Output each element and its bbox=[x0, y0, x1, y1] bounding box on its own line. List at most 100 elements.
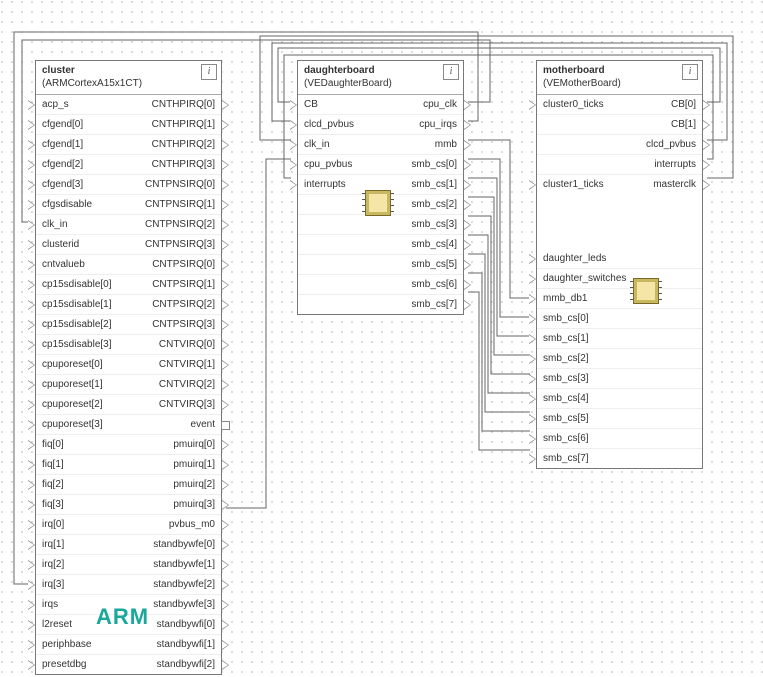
port-label-left: fiq[1] bbox=[42, 455, 64, 474]
port-triangle-icon bbox=[464, 140, 471, 150]
port-triangle-icon bbox=[222, 380, 229, 390]
port-label-left: smb_cs[4] bbox=[543, 389, 589, 408]
port-label-left: smb_cs[1] bbox=[543, 329, 589, 348]
port-triangle-icon bbox=[464, 260, 471, 270]
port-label-right: CNTVIRQ[0] bbox=[159, 335, 215, 354]
port-triangle-icon bbox=[28, 200, 35, 210]
port-label-left: cp15sdisable[3] bbox=[42, 335, 112, 354]
port-triangle-icon bbox=[28, 660, 35, 670]
port-label-right: CNTPSIRQ[1] bbox=[152, 275, 215, 294]
port-label-left: clk_in bbox=[304, 135, 330, 154]
block-subtitle: ARMCortexA15x1CT bbox=[42, 77, 215, 90]
port-label-left: irq[2] bbox=[42, 555, 64, 574]
port-triangle-icon bbox=[28, 280, 35, 290]
block-cluster[interactable]: cluster ARMCortexA15x1CT i acp_sCNTHPIRQ… bbox=[35, 60, 222, 675]
port-triangle-icon bbox=[28, 240, 35, 250]
info-icon[interactable]: i bbox=[201, 64, 217, 80]
port-label-right: pmuirq[2] bbox=[173, 475, 215, 494]
port-triangle-icon bbox=[222, 580, 229, 590]
block-header: daughterboard VEDaughterBoard i bbox=[298, 61, 463, 95]
port-label-right: CNTHPIRQ[3] bbox=[152, 155, 215, 174]
port-label-left: irq[1] bbox=[42, 535, 64, 554]
port-triangle-icon bbox=[222, 240, 229, 250]
port-label-right: CNTVIRQ[3] bbox=[159, 395, 215, 414]
port-label-left: mmb_db1 bbox=[543, 289, 587, 308]
port-triangle-icon bbox=[529, 374, 536, 384]
block-header: cluster ARMCortexA15x1CT i bbox=[36, 61, 221, 95]
port-triangle-icon bbox=[222, 480, 229, 490]
port-triangle-icon bbox=[464, 100, 471, 110]
port-row: smb_cs[2] bbox=[537, 348, 702, 368]
port-triangle-icon bbox=[464, 280, 471, 290]
port-label-left: smb_cs[3] bbox=[543, 369, 589, 388]
port-triangle-icon bbox=[28, 440, 35, 450]
port-row: clk_inCNTPNSIRQ[2] bbox=[36, 214, 221, 234]
port-label-right: standbywfe[3] bbox=[153, 595, 215, 614]
ports: cluster0_ticksCB[0]CB[1]clcd_pvbusinterr… bbox=[537, 95, 702, 194]
port-label-left: cluster0_ticks bbox=[543, 95, 604, 114]
ports: acp_sCNTHPIRQ[0]cfgend[0]CNTHPIRQ[1]cfge… bbox=[36, 95, 221, 674]
port-label-left: cfgsdisable bbox=[42, 195, 92, 214]
info-icon[interactable]: i bbox=[443, 64, 459, 80]
port-label-right: smb_cs[3] bbox=[411, 215, 457, 234]
port-label-right: CNTPSIRQ[2] bbox=[152, 295, 215, 314]
port-triangle-icon bbox=[28, 480, 35, 490]
port-triangle-icon bbox=[529, 100, 536, 110]
port-triangle-icon bbox=[28, 520, 35, 530]
block-daughterboard[interactable]: daughterboard VEDaughterBoard i CB cpu_cl… bbox=[297, 60, 464, 315]
port-triangle-icon bbox=[464, 200, 471, 210]
port-label-right: standbywfi[0] bbox=[157, 615, 215, 634]
port-triangle-icon bbox=[222, 140, 229, 150]
port-row: cp15sdisable[0]CNTPSIRQ[1] bbox=[36, 274, 221, 294]
port-label-right: CNTVIRQ[1] bbox=[159, 355, 215, 374]
port-triangle-icon bbox=[28, 580, 35, 590]
port-triangle-icon bbox=[222, 320, 229, 330]
port-triangle-icon bbox=[222, 100, 229, 110]
block-title: cluster bbox=[42, 64, 215, 77]
port-label-right: cpu_irqs bbox=[419, 115, 457, 134]
port-triangle-icon bbox=[28, 560, 35, 570]
port-triangle-icon bbox=[703, 100, 710, 110]
port-label-right: CNTPSIRQ[3] bbox=[152, 315, 215, 334]
port-triangle-icon bbox=[28, 340, 35, 350]
port-row: cp15sdisable[3] CNTVIRQ[0] bbox=[36, 334, 221, 354]
port-triangle-icon bbox=[222, 600, 229, 610]
port-label-left: CB bbox=[304, 95, 318, 114]
port-label-right: masterclk bbox=[653, 175, 696, 194]
port-label-left: cpuporeset[0] bbox=[42, 355, 103, 374]
port-triangle-icon bbox=[464, 300, 471, 310]
port-row: cfgend[3]CNTPNSIRQ[0] bbox=[36, 174, 221, 194]
port-row: irqsstandbywfe[3] bbox=[36, 594, 221, 614]
port-triangle-icon bbox=[222, 620, 229, 630]
port-triangle-icon bbox=[28, 100, 35, 110]
port-label-left: cfgend[3] bbox=[42, 175, 83, 194]
port-label-left: cpuporeset[2] bbox=[42, 395, 103, 414]
port-label-right: CNTVIRQ[2] bbox=[159, 375, 215, 394]
block-motherboard[interactable]: motherboard VEMotherBoard i cluster0_tic… bbox=[536, 60, 703, 469]
port-label-right: standbywfi[2] bbox=[157, 655, 215, 674]
port-triangle-icon bbox=[529, 354, 536, 364]
port-row: smb_cs[6] bbox=[537, 428, 702, 448]
port-triangle-icon bbox=[529, 394, 536, 404]
port-triangle-icon bbox=[222, 280, 229, 290]
info-icon[interactable]: i bbox=[682, 64, 698, 80]
port-row: cp15sdisable[1]CNTPSIRQ[2] bbox=[36, 294, 221, 314]
port-row: irq[2]standbywfe[1] bbox=[36, 554, 221, 574]
port-label-left: l2reset bbox=[42, 615, 72, 634]
port-triangle-icon bbox=[222, 440, 229, 450]
port-label-right: event bbox=[191, 415, 215, 434]
port-label-left: irq[3] bbox=[42, 575, 64, 594]
port-triangle-icon bbox=[290, 120, 297, 130]
port-label-right: cpu_clk bbox=[423, 95, 457, 114]
port-label-left: fiq[0] bbox=[42, 435, 64, 454]
port-label-right: CB[0] bbox=[671, 95, 696, 114]
port-triangle-icon bbox=[464, 120, 471, 130]
port-label-left: daughter_leds bbox=[543, 249, 606, 268]
port-row: presetdbg standbywfi[2] bbox=[36, 654, 221, 674]
port-row: smb_cs[3] bbox=[537, 368, 702, 388]
port-triangle-icon bbox=[28, 320, 35, 330]
port-triangle-icon bbox=[529, 254, 536, 264]
port-label-left: presetdbg bbox=[42, 655, 86, 674]
port-row: daughter_leds bbox=[537, 249, 702, 268]
port-row: clcd_pvbus bbox=[537, 134, 702, 154]
